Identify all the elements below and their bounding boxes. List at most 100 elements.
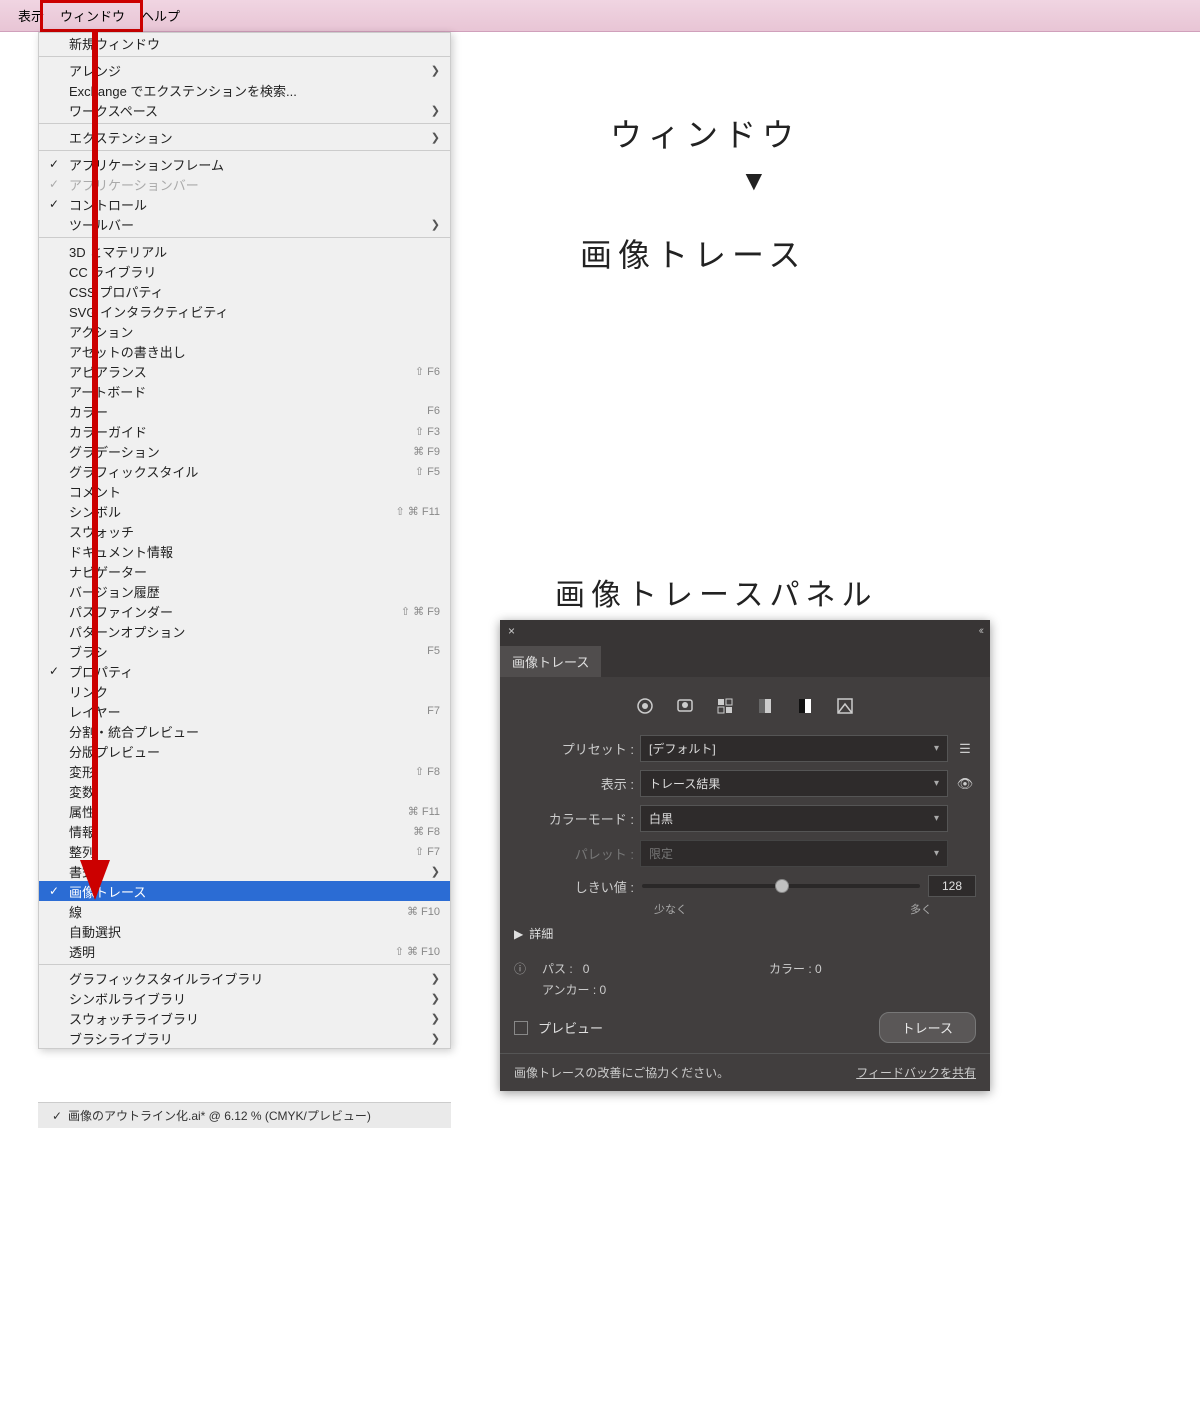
- menu-item[interactable]: カラーガイド⇧ F3: [39, 421, 450, 441]
- menu-item-label: カラー: [69, 402, 427, 421]
- slider-thumb[interactable]: [775, 879, 789, 893]
- menubar: 表示 ウィンドウ ヘルプ: [0, 0, 1200, 32]
- outline-icon[interactable]: [834, 695, 856, 717]
- threshold-slider[interactable]: [642, 884, 920, 888]
- menu-item[interactable]: 透明⇧ ⌘ F10: [39, 941, 450, 961]
- menu-item[interactable]: アピアランス⇧ F6: [39, 361, 450, 381]
- trace-button[interactable]: トレース: [879, 1012, 976, 1043]
- menu-item[interactable]: 変形⇧ F8: [39, 761, 450, 781]
- shortcut-label: F6: [427, 405, 440, 417]
- menu-item[interactable]: ✓コントロール: [39, 194, 450, 214]
- check-icon: ✓: [49, 197, 59, 211]
- menu-item[interactable]: レイヤーF7: [39, 701, 450, 721]
- shortcut-label: ⇧ ⌘ F9: [401, 605, 440, 618]
- menu-item-label: ドキュメント情報: [69, 542, 440, 561]
- menu-item[interactable]: グラフィックスタイルライブラリ❯: [39, 968, 450, 988]
- feedback-link[interactable]: フィードバックを共有: [856, 1064, 976, 1081]
- menu-item[interactable]: アートボード: [39, 381, 450, 401]
- info-icon: ⓘ: [514, 960, 534, 977]
- menu-item-label: アクション: [69, 322, 440, 341]
- menu-item[interactable]: シンボル⇧ ⌘ F11: [39, 501, 450, 521]
- image-trace-panel: × ‹‹ 画像トレース プリセット : [デフォルト]▾ ☰ 表示 : トレース…: [500, 620, 990, 1091]
- check-icon: ✓: [49, 884, 59, 898]
- anchors-label: アンカー :: [542, 983, 596, 997]
- menu-item-label: エクステンション: [69, 128, 427, 147]
- shortcut-label: ⇧ F5: [415, 465, 440, 478]
- menu-item-label: 書式: [69, 862, 427, 881]
- preset-icon-row: [500, 677, 990, 731]
- menu-item[interactable]: Exchange でエクステンションを検索...: [39, 80, 450, 100]
- slider-min-label: 少なく: [654, 901, 687, 917]
- preview-checkbox[interactable]: [514, 1021, 528, 1035]
- check-icon: ✓: [49, 177, 59, 191]
- panel-tab-image-trace[interactable]: 画像トレース: [500, 646, 601, 677]
- menu-item[interactable]: アレンジ❯: [39, 60, 450, 80]
- menu-item[interactable]: ブラシライブラリ❯: [39, 1028, 450, 1048]
- menu-item[interactable]: ツールバー❯: [39, 214, 450, 234]
- menu-item[interactable]: ブラシF5: [39, 641, 450, 661]
- menu-item[interactable]: ✓アプリケーションフレーム: [39, 154, 450, 174]
- menu-item[interactable]: バージョン履歴: [39, 581, 450, 601]
- high-color-icon[interactable]: [674, 695, 696, 717]
- menu-item-label: ワークスペース: [69, 101, 427, 120]
- menu-item[interactable]: パターンオプション: [39, 621, 450, 641]
- menu-item[interactable]: ✓画像トレース: [39, 881, 450, 901]
- chevron-right-icon: ❯: [431, 1032, 440, 1045]
- menu-item[interactable]: スウォッチ: [39, 521, 450, 541]
- menu-item[interactable]: CSS プロパティ: [39, 281, 450, 301]
- low-color-icon[interactable]: [714, 695, 736, 717]
- auto-color-icon[interactable]: [634, 695, 656, 717]
- menu-item[interactable]: コメント: [39, 481, 450, 501]
- menu-item[interactable]: 分版プレビュー: [39, 741, 450, 761]
- menu-item-label: ブラシ: [69, 642, 427, 661]
- menu-item[interactable]: SVG インタラクティビティ: [39, 301, 450, 321]
- menu-item[interactable]: スウォッチライブラリ❯: [39, 1008, 450, 1028]
- menu-item[interactable]: 自動選択: [39, 921, 450, 941]
- threshold-label: しきい値 :: [514, 877, 634, 896]
- menu-item[interactable]: 書式❯: [39, 861, 450, 881]
- menu-item[interactable]: 新規ウィンドウ: [39, 33, 450, 53]
- menu-item[interactable]: グラデーション⌘ F9: [39, 441, 450, 461]
- menu-item[interactable]: リンク: [39, 681, 450, 701]
- menu-item-label: シンボル: [69, 502, 396, 521]
- preset-select[interactable]: [デフォルト]▾: [640, 735, 948, 762]
- menu-item[interactable]: ナビゲーター: [39, 561, 450, 581]
- close-icon[interactable]: ×: [508, 624, 515, 638]
- menu-item[interactable]: 3D とマテリアル: [39, 241, 450, 261]
- menu-separator: [39, 150, 450, 151]
- preset-menu-icon[interactable]: ☰: [954, 741, 976, 757]
- colors-value: 0: [815, 962, 822, 976]
- chevron-down-icon: ▾: [934, 743, 939, 754]
- black-white-icon[interactable]: [794, 695, 816, 717]
- menu-item[interactable]: シンボルライブラリ❯: [39, 988, 450, 1008]
- menu-item[interactable]: 整列⇧ F7: [39, 841, 450, 861]
- menu-item[interactable]: 変数: [39, 781, 450, 801]
- menu-item[interactable]: ワークスペース ❯: [39, 100, 450, 120]
- menu-item-label: コメント: [69, 482, 440, 501]
- grayscale-icon[interactable]: [754, 695, 776, 717]
- menu-item[interactable]: 情報⌘ F8: [39, 821, 450, 841]
- menu-item[interactable]: エクステンション❯: [39, 127, 450, 147]
- check-icon: ✓: [49, 157, 59, 171]
- menu-item[interactable]: 線⌘ F10: [39, 901, 450, 921]
- detail-label[interactable]: 詳細: [529, 925, 553, 942]
- menu-item[interactable]: アセットの書き出し: [39, 341, 450, 361]
- panel-menu-icon[interactable]: ‹‹: [979, 625, 982, 637]
- menu-item[interactable]: CC ライブラリ: [39, 261, 450, 281]
- menu-item[interactable]: アクション: [39, 321, 450, 341]
- disclosure-triangle-icon[interactable]: ▶: [514, 927, 523, 941]
- menu-item[interactable]: カラーF6: [39, 401, 450, 421]
- threshold-value[interactable]: 128: [928, 875, 976, 897]
- menu-item[interactable]: ✓プロパティ: [39, 661, 450, 681]
- chevron-right-icon: ❯: [431, 972, 440, 985]
- menu-item[interactable]: 属性⌘ F11: [39, 801, 450, 821]
- eye-icon[interactable]: 👁: [954, 776, 976, 792]
- menu-item[interactable]: ドキュメント情報: [39, 541, 450, 561]
- chevron-right-icon: ❯: [431, 104, 440, 117]
- shortcut-label: ⇧ F8: [415, 765, 440, 778]
- menu-item[interactable]: グラフィックスタイル⇧ F5: [39, 461, 450, 481]
- view-select[interactable]: トレース結果▾: [640, 770, 948, 797]
- mode-select[interactable]: 白黒▾: [640, 805, 948, 832]
- menu-item[interactable]: パスファインダー⇧ ⌘ F9: [39, 601, 450, 621]
- menu-item[interactable]: 分割・統合プレビュー: [39, 721, 450, 741]
